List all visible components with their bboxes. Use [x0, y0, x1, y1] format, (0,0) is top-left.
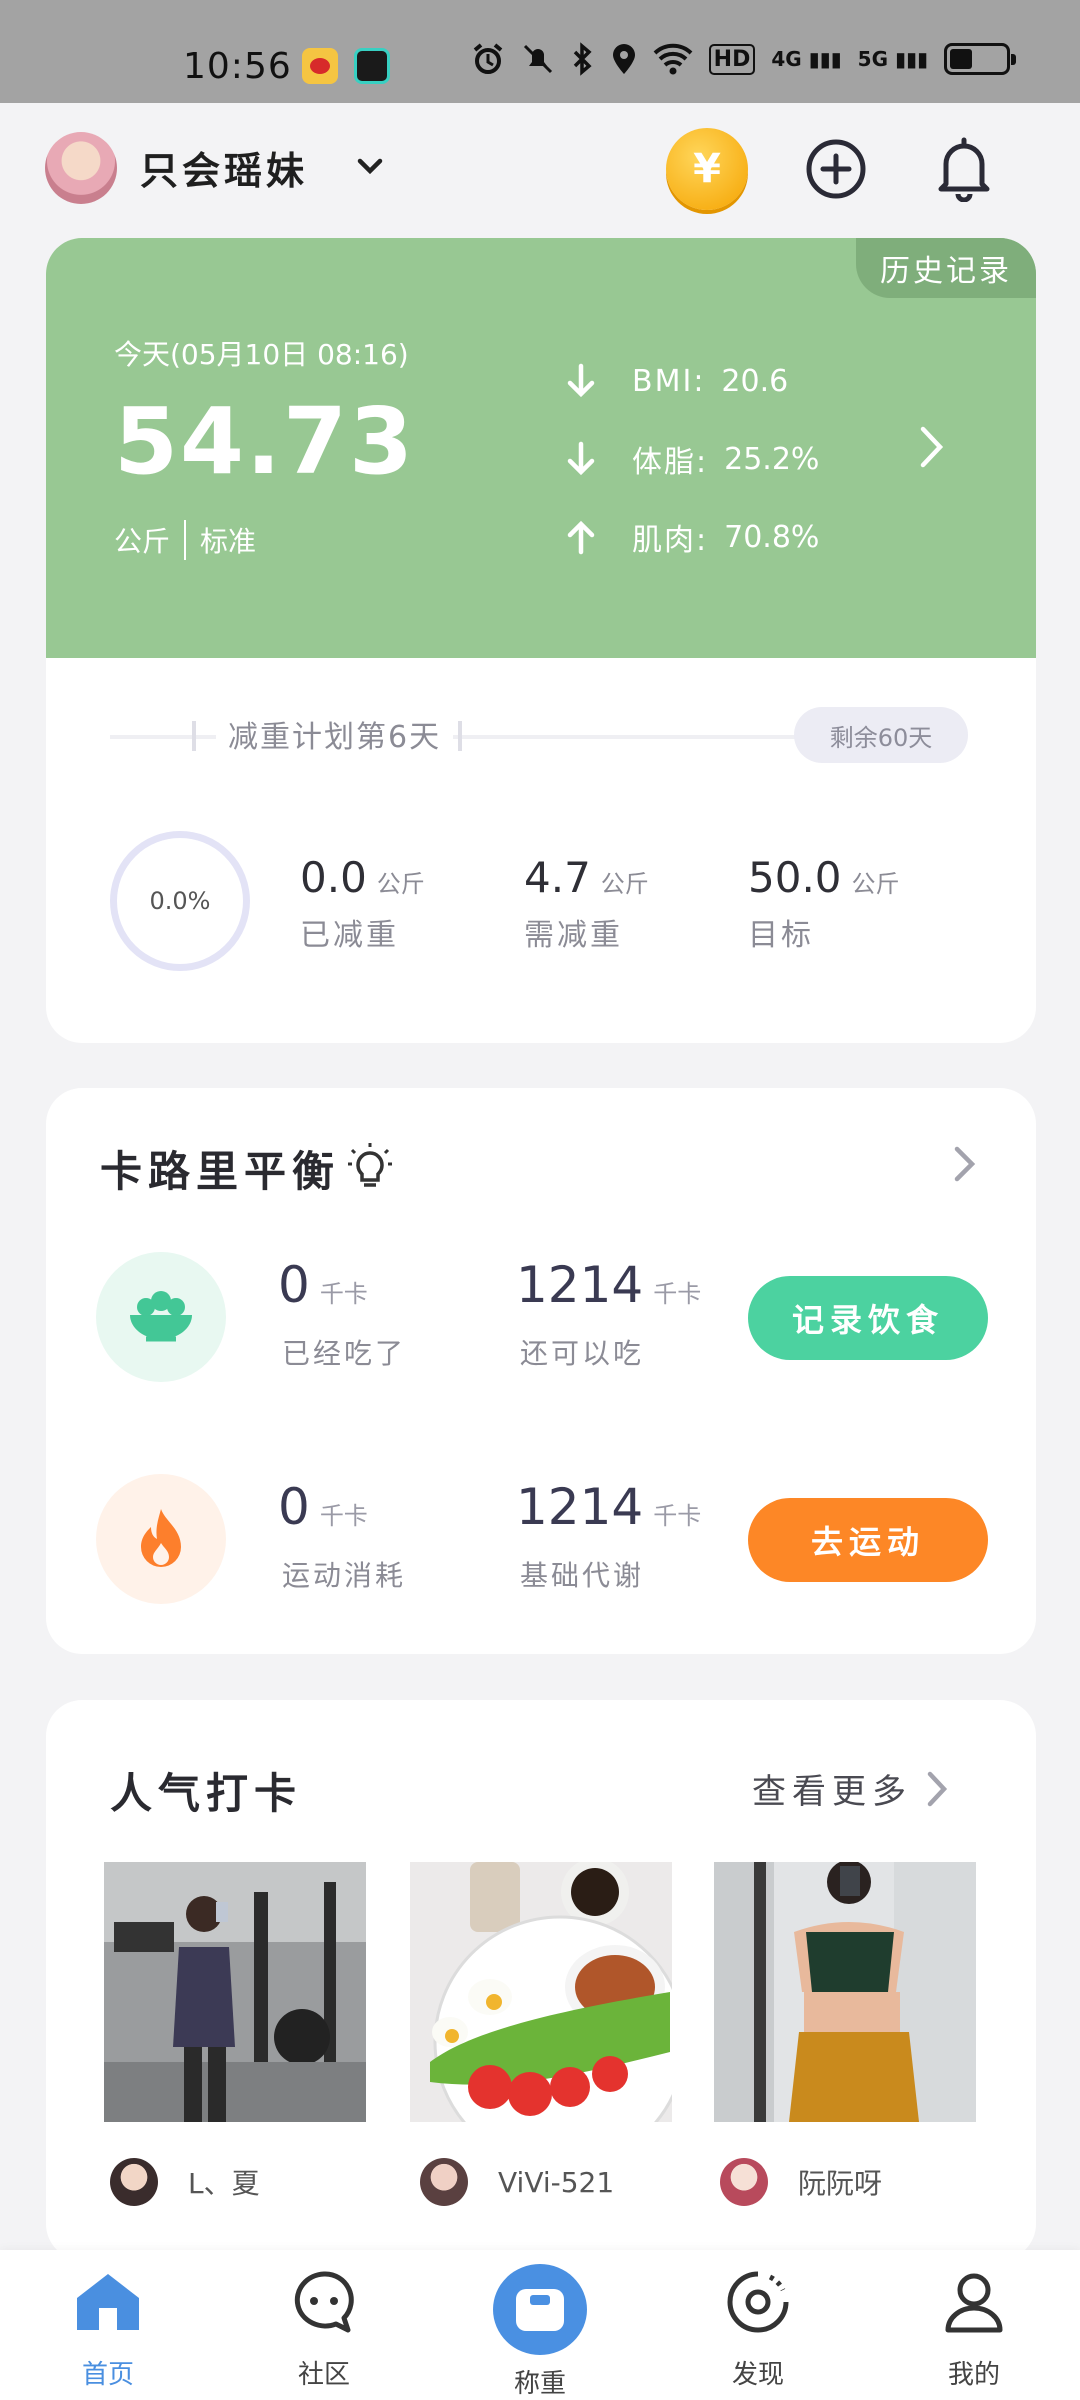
calories-burned-label: 运动消耗: [282, 1559, 407, 1592]
status-icons: HD 4G ▮▮▮ 5G ▮▮▮: [471, 42, 1016, 76]
mute-icon: [523, 44, 552, 74]
tab-home[interactable]: 首页: [28, 2250, 188, 2400]
calories-remaining: 1214 千卡: [516, 1256, 702, 1314]
calories-remaining-label: 还可以吃: [520, 1337, 645, 1370]
status-time: 10:56: [183, 46, 292, 87]
stat-lost: 0.0 公斤 已减重: [300, 853, 425, 953]
remaining-days-badge: 剩余60天: [794, 707, 968, 763]
home-icon: [77, 2274, 139, 2330]
scale-icon: [516, 2288, 564, 2331]
plan-tick: [458, 721, 462, 751]
author-avatar: [110, 2158, 158, 2206]
calories-eaten: 0 千卡: [278, 1256, 368, 1314]
battery-icon: [944, 43, 1016, 75]
progress-ring: 0.0%: [110, 831, 250, 971]
signal-4g: 4G ▮▮▮: [771, 47, 842, 71]
username[interactable]: 只会瑶妹: [140, 140, 308, 195]
post-author[interactable]: L、夏: [110, 2158, 260, 2206]
bluetooth-icon: [573, 42, 592, 76]
weight-summary[interactable]: 历史记录 今天(05月10日 08:16) 54.73 公斤 标准 BMI: 20…: [46, 238, 1036, 658]
weibo-icon: [302, 48, 338, 84]
author-avatar: [720, 2158, 768, 2206]
tab-weigh[interactable]: 称重: [460, 2250, 620, 2400]
metric-muscle: 肌肉: 70.8%: [566, 498, 819, 576]
tab-profile[interactable]: 我的: [894, 2250, 1054, 2400]
discover-icon: [727, 2271, 789, 2333]
stat-to-lose: 4.7 公斤 需减重: [524, 853, 649, 953]
alarm-icon: [473, 43, 502, 74]
fire-icon: [96, 1474, 226, 1604]
author-name: 阮阮呀: [798, 2167, 883, 2200]
popular-checkin-card: 人气打卡 查看更多 L、夏 ViVi-521 阮阮呀: [46, 1700, 1036, 2260]
post-image[interactable]: [104, 1862, 366, 2122]
signal-5g: 5G ▮▮▮: [857, 47, 928, 71]
metric-body-fat: 体脂: 25.2%: [566, 420, 819, 498]
tab-community[interactable]: 社区: [244, 2250, 404, 2400]
calories-burned: 0 千卡: [278, 1478, 368, 1536]
soul-app-icon: [354, 48, 390, 84]
calorie-balance-card[interactable]: 卡路里平衡 0 千卡 已经吃了 1214 千卡 还可以吃 记录饮食 0 千卡 运动消耗…: [46, 1088, 1036, 1654]
arrow-down-icon: [567, 363, 595, 398]
chevron-right-icon: [927, 1771, 948, 1806]
history-button[interactable]: 历史记录: [856, 238, 1036, 298]
post-image[interactable]: [410, 1862, 672, 2122]
chevron-right-icon[interactable]: [952, 1144, 978, 1184]
metric-bmi: BMI: 20.6: [566, 342, 819, 420]
tab-discover[interactable]: 发现: [678, 2250, 838, 2400]
chevron-down-icon[interactable]: [355, 155, 385, 177]
food-bowl-icon: [96, 1252, 226, 1382]
avatar[interactable]: [45, 132, 117, 204]
popular-title: 人气打卡: [110, 1769, 303, 1818]
weigh-date: 今天(05月10日 08:16): [114, 338, 409, 371]
chevron-right-icon[interactable]: [918, 424, 946, 470]
add-icon[interactable]: [805, 138, 867, 200]
weight-unit: 公斤: [114, 525, 171, 558]
log-food-button[interactable]: 记录饮食: [748, 1276, 988, 1360]
view-more-link[interactable]: 查看更多: [752, 1764, 950, 1813]
plan-tick: [192, 721, 196, 751]
post-author[interactable]: ViVi-521: [420, 2158, 614, 2206]
wifi-icon: [653, 43, 693, 75]
weight-unit-row: 公斤 标准: [114, 520, 256, 560]
post-image[interactable]: [714, 1862, 976, 2122]
divider: [184, 520, 187, 560]
progress-percent: 0.0%: [149, 887, 211, 915]
basal-metabolism: 1214 千卡: [516, 1478, 702, 1536]
calories-eaten-label: 已经吃了: [282, 1337, 407, 1370]
weight-card[interactable]: 历史记录 今天(05月10日 08:16) 54.73 公斤 标准 BMI: 20…: [46, 238, 1036, 1043]
chat-icon: [294, 2271, 354, 2333]
hd-badge: HD: [708, 43, 756, 75]
lightbulb-icon[interactable]: [346, 1140, 394, 1190]
weight-status: 标准: [200, 525, 257, 558]
author-name: ViVi-521: [498, 2165, 615, 2199]
arrow-up-icon: [567, 520, 595, 555]
profile-icon: [945, 2273, 1003, 2333]
arrow-down-icon: [567, 441, 595, 476]
basal-metabolism-label: 基础代谢: [520, 1559, 645, 1592]
author-avatar: [420, 2158, 468, 2206]
tab-bar: 首页 社区 称重 发现 我的: [0, 2250, 1080, 2400]
location-icon: [612, 44, 635, 74]
stat-target: 50.0 公斤 目标: [748, 853, 900, 953]
coin-icon[interactable]: ¥: [666, 128, 748, 210]
author-name: L、夏: [188, 2167, 260, 2200]
bell-icon[interactable]: [936, 136, 992, 202]
plan-label: 减重计划第6天: [216, 712, 454, 756]
go-exercise-button[interactable]: 去运动: [748, 1498, 988, 1582]
post-author[interactable]: 阮阮呀: [720, 2158, 882, 2206]
calorie-title: 卡路里平衡: [100, 1147, 341, 1196]
body-metrics: BMI: 20.6 体脂: 25.2% 肌肉: 70.8%: [566, 342, 819, 576]
status-bar: 10:56 HD 4G ▮▮▮ 5G ▮▮▮: [0, 0, 1080, 103]
plan-track: [110, 735, 800, 739]
weight-value: 54.73: [114, 388, 416, 495]
